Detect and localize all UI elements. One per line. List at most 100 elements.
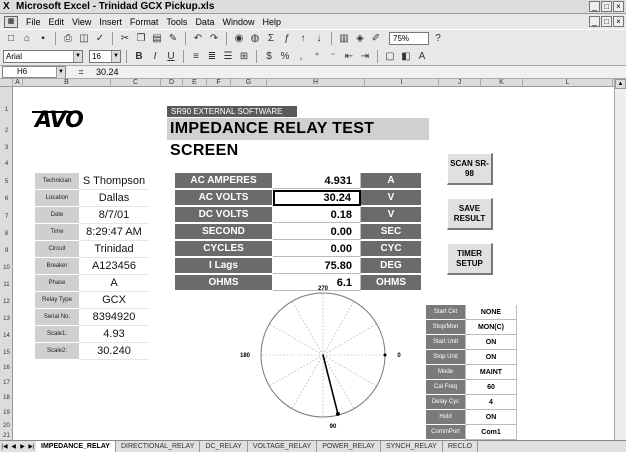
column-header[interactable]: A <box>13 79 23 87</box>
tab-voltage-relay[interactable]: VOLTAGE_RELAY <box>248 441 318 452</box>
sort-descending-icon[interactable]: ↓ <box>312 32 326 45</box>
row-header[interactable]: 11 <box>0 282 13 288</box>
align-right-icon[interactable]: ☰ <box>221 50 235 63</box>
row-header[interactable]: 8 <box>0 231 13 237</box>
info-value[interactable]: 4.93 <box>79 326 149 343</box>
info-value[interactable]: 8/7/01 <box>79 207 149 224</box>
column-header[interactable]: K <box>481 79 523 87</box>
open-icon[interactable]: ⌂ <box>20 32 34 45</box>
info-value[interactable]: GCX <box>79 292 149 309</box>
status-value[interactable]: ON <box>465 350 517 365</box>
workbook-icon[interactable]: ▦ <box>4 15 18 28</box>
font-size-select[interactable]: 16 ▼ <box>89 49 121 63</box>
sort-ascending-icon[interactable]: ↑ <box>296 32 310 45</box>
menu-file[interactable]: File <box>22 17 45 27</box>
tab-impedance-relay[interactable]: IMPEDANCE_RELAY <box>36 441 116 452</box>
minimize-button[interactable]: _ <box>589 1 600 12</box>
increase-decimal-icon[interactable]: ⁺ <box>310 50 324 63</box>
status-value[interactable]: Com1 <box>465 425 517 440</box>
menu-edit[interactable]: Edit <box>45 17 69 27</box>
paste-icon[interactable]: ▤ <box>150 32 164 45</box>
column-header[interactable]: B <box>23 79 111 87</box>
info-value[interactable]: Trinidad <box>79 241 149 258</box>
print-preview-icon[interactable]: ◫ <box>77 32 91 45</box>
row-header[interactable]: 9 <box>0 248 13 254</box>
bold-button[interactable]: B <box>132 50 146 63</box>
row-header[interactable]: 1 <box>0 107 13 113</box>
close-button[interactable]: × <box>613 1 624 12</box>
menu-tools[interactable]: Tools <box>162 17 191 27</box>
status-value[interactable]: MAINT <box>465 365 517 380</box>
select-all-corner[interactable] <box>0 79 13 87</box>
status-value[interactable]: MON(C) <box>465 320 517 335</box>
info-value[interactable]: 30.240 <box>79 343 149 360</box>
tab-reclo[interactable]: RECLO <box>443 441 478 452</box>
redo-icon[interactable]: ↷ <box>207 32 221 45</box>
underline-button[interactable]: U <box>164 50 178 63</box>
status-value[interactable]: 60 <box>465 380 517 395</box>
measurement-value[interactable]: 0.18 <box>273 207 361 223</box>
zoom-select[interactable]: 75% <box>389 32 429 45</box>
format-painter-icon[interactable]: ✎ <box>166 32 180 45</box>
next-sheet-icon[interactable]: ▶ <box>18 442 27 452</box>
doc-close-button[interactable]: × <box>613 16 624 27</box>
column-header[interactable]: L <box>523 79 613 87</box>
column-header[interactable]: E <box>183 79 207 87</box>
font-color-icon[interactable]: A <box>415 50 429 63</box>
row-header[interactable]: 15 <box>0 350 13 356</box>
column-header[interactable]: H <box>267 79 365 87</box>
doc-minimize-button[interactable]: _ <box>589 16 600 27</box>
drawing-icon[interactable]: ✐ <box>369 32 383 45</box>
tab-synch-relay[interactable]: SYNCH_RELAY <box>381 441 443 452</box>
status-value[interactable]: ON <box>465 335 517 350</box>
timer-setup-button[interactable]: TIMER SETUP <box>447 243 493 275</box>
menu-insert[interactable]: Insert <box>95 17 126 27</box>
row-header[interactable]: 5 <box>0 179 13 185</box>
row-header[interactable]: 21 <box>0 433 13 439</box>
row-header[interactable]: 18 <box>0 395 13 401</box>
row-header[interactable]: 6 <box>0 196 13 202</box>
map-icon[interactable]: ◈ <box>353 32 367 45</box>
column-header[interactable]: G <box>231 79 267 87</box>
info-value[interactable]: S Thompson <box>79 173 149 190</box>
row-header[interactable]: 17 <box>0 380 13 386</box>
spelling-icon[interactable]: ✓ <box>93 32 107 45</box>
row-header[interactable]: 19 <box>0 410 13 416</box>
info-value[interactable]: A123456 <box>79 258 149 275</box>
info-value[interactable]: 8:29:47 AM <box>79 224 149 241</box>
name-box[interactable]: H6 ▼ <box>2 66 66 78</box>
selected-cell-value[interactable]: 30.24 <box>273 190 361 206</box>
fill-color-icon[interactable]: ◧ <box>399 50 413 63</box>
excel-icon[interactable]: X <box>3 1 13 12</box>
maximize-button[interactable]: □ <box>601 1 612 12</box>
column-header[interactable]: F <box>207 79 231 87</box>
undo-icon[interactable]: ↶ <box>191 32 205 45</box>
tab-dc-relay[interactable]: DC_RELAY <box>200 441 248 452</box>
comma-icon[interactable]: , <box>294 50 308 63</box>
currency-icon[interactable]: $ <box>262 50 276 63</box>
save-icon[interactable]: ▪ <box>36 32 50 45</box>
row-header[interactable]: 16 <box>0 365 13 371</box>
save-result-button[interactable]: SAVE RESULT <box>447 198 493 230</box>
chevron-down-icon[interactable]: ▼ <box>56 67 65 78</box>
status-value[interactable]: ON <box>465 410 517 425</box>
row-header[interactable]: 13 <box>0 316 13 322</box>
last-sheet-icon[interactable]: ▶| <box>27 442 36 452</box>
measurement-value[interactable]: 75.80 <box>273 258 361 274</box>
menu-window[interactable]: Window <box>218 17 258 27</box>
scroll-up-icon[interactable]: ▲ <box>615 79 626 89</box>
menu-help[interactable]: Help <box>258 17 285 27</box>
vertical-scrollbar[interactable]: ▲ <box>614 79 626 440</box>
menu-view[interactable]: View <box>68 17 95 27</box>
new-icon[interactable]: □ <box>4 32 18 45</box>
status-value[interactable]: 4 <box>465 395 517 410</box>
row-header[interactable]: 4 <box>0 161 13 167</box>
web-toolbar-icon[interactable]: ◍ <box>248 32 262 45</box>
row-header[interactable]: 2 <box>0 128 13 134</box>
prev-sheet-icon[interactable]: ◀ <box>9 442 18 452</box>
menu-data[interactable]: Data <box>191 17 218 27</box>
chevron-down-icon[interactable]: ▼ <box>111 50 120 62</box>
formula-input[interactable]: 30.24 <box>96 67 119 77</box>
menu-format[interactable]: Format <box>126 17 163 27</box>
merge-center-icon[interactable]: ⊞ <box>237 50 251 63</box>
